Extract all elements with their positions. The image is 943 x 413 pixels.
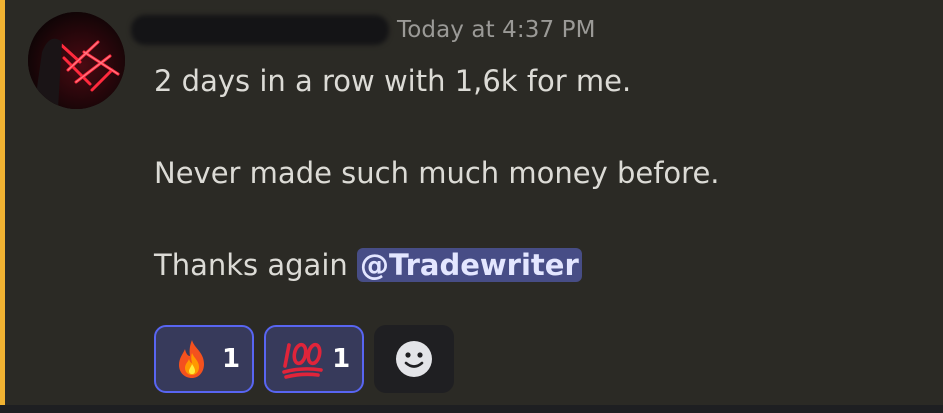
reaction-count: 1 [222, 344, 241, 374]
username-redacted [131, 15, 389, 45]
message-content: 2 days in a row with 1,6k for me. Never … [154, 60, 914, 286]
message-line: Thanks again @Tradewriter [154, 244, 914, 286]
reaction-fire[interactable]: 1 [154, 325, 255, 393]
message-header: Today at 4:37 PM [131, 8, 596, 52]
reactions-bar: 1 1 [154, 325, 455, 393]
add-reaction-button[interactable] [374, 325, 455, 393]
chat-message: Today at 4:37 PM 2 days in a row with 1,… [0, 0, 943, 405]
avatar[interactable] [28, 12, 125, 109]
chat-view: Today at 4:37 PM 2 days in a row with 1,… [0, 0, 943, 413]
user-mention[interactable]: @Tradewriter [356, 248, 582, 282]
smiley-icon [396, 341, 433, 377]
message-line: Never made such much money before. [154, 156, 720, 190]
timestamp: Today at 4:37 PM [397, 17, 596, 43]
reaction-hundred[interactable]: 1 [264, 325, 365, 393]
reaction-count: 1 [332, 344, 351, 374]
message-line: 2 days in a row with 1,6k for me. [154, 64, 632, 98]
hundred-points-icon [282, 342, 323, 379]
composer-edge [0, 405, 943, 413]
fire-icon [179, 340, 204, 378]
